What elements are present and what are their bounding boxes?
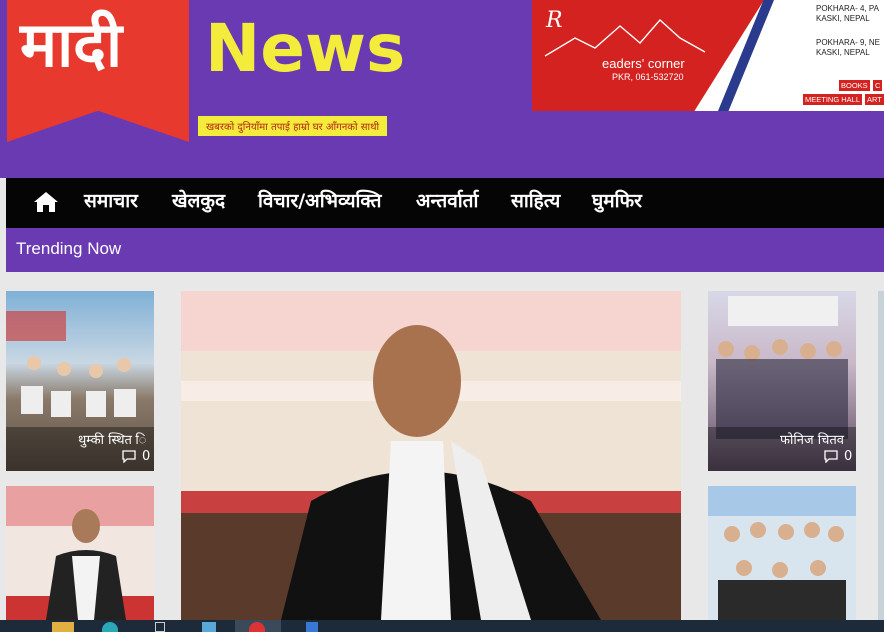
active-task[interactable] bbox=[235, 620, 281, 632]
card-title[interactable]: फोनिज चितव bbox=[780, 430, 844, 448]
logo-text[interactable]: मादी bbox=[20, 14, 122, 76]
comment-count: 0 bbox=[142, 449, 151, 464]
advert-tag-meeting: MEETING HALL bbox=[803, 94, 863, 105]
nav-item-travel[interactable]: घुमफिर bbox=[592, 187, 642, 213]
advert-tag-c: C bbox=[873, 80, 883, 91]
card-photo bbox=[6, 486, 154, 620]
store-icon[interactable] bbox=[202, 622, 216, 632]
featured-photo bbox=[181, 291, 681, 620]
advert-tag-art: ART bbox=[865, 94, 884, 105]
featured-image[interactable] bbox=[181, 291, 681, 620]
advert-address-2: POKHARA- 9, NE KASKI, NEPAL bbox=[816, 38, 881, 57]
news-card[interactable] bbox=[6, 486, 154, 620]
folder-icon[interactable] bbox=[52, 622, 74, 632]
advert-logo: R bbox=[546, 8, 563, 33]
logo-news-text[interactable]: News bbox=[205, 16, 405, 82]
nav-item-opinion[interactable]: विचार/अभिव्यक्ति bbox=[258, 187, 381, 213]
advert-address-1: POKHARA- 4, PA KASKI, NEPAL bbox=[816, 4, 879, 23]
comment-icon bbox=[824, 450, 838, 463]
edge-icon[interactable] bbox=[306, 622, 318, 632]
site-header: मादी News खबरको दुनियाँमा तपाई हाम्रो घर… bbox=[0, 0, 884, 178]
card-photo bbox=[708, 486, 856, 620]
tagline: खबरको दुनियाँमा तपाई हाम्रो घर आँगनको सा… bbox=[198, 116, 388, 136]
nav-item-literature[interactable]: साहित्य bbox=[511, 187, 560, 213]
home-icon[interactable] bbox=[33, 190, 59, 214]
scroll-edge bbox=[878, 291, 884, 620]
app-icon[interactable] bbox=[155, 622, 165, 632]
news-card[interactable]: थुम्की स्थित ि 0 bbox=[6, 291, 154, 471]
browser-icon[interactable] bbox=[102, 622, 118, 632]
chrome-icon bbox=[249, 622, 265, 632]
card-title[interactable]: थुम्की स्थित ि bbox=[78, 430, 146, 448]
nav-item-interview[interactable]: अन्तर्वार्ता bbox=[416, 187, 478, 213]
main-nav: समाचार खेलकुद विचार/अभिव्यक्ति अन्तर्वार… bbox=[6, 178, 884, 228]
taskbar bbox=[0, 620, 884, 632]
comment-icon bbox=[122, 450, 136, 463]
news-card[interactable] bbox=[708, 486, 856, 620]
advert-banner[interactable]: R eaders' corner PKR, 061-532720 POKHARA… bbox=[532, 0, 884, 111]
advert-name: eaders' corner bbox=[602, 56, 685, 71]
advert-tag-books: BOOKS bbox=[839, 80, 870, 91]
trending-label: Trending Now bbox=[16, 239, 122, 258]
news-card[interactable]: फोनिज चितव 0 bbox=[708, 291, 856, 471]
trending-bar: Trending Now bbox=[6, 228, 884, 272]
nav-item-sports[interactable]: खेलकुद bbox=[172, 187, 225, 213]
nav-item-news[interactable]: समाचार bbox=[84, 187, 138, 213]
advert-phone: PKR, 061-532720 bbox=[612, 72, 684, 82]
comment-count: 0 bbox=[844, 449, 853, 464]
